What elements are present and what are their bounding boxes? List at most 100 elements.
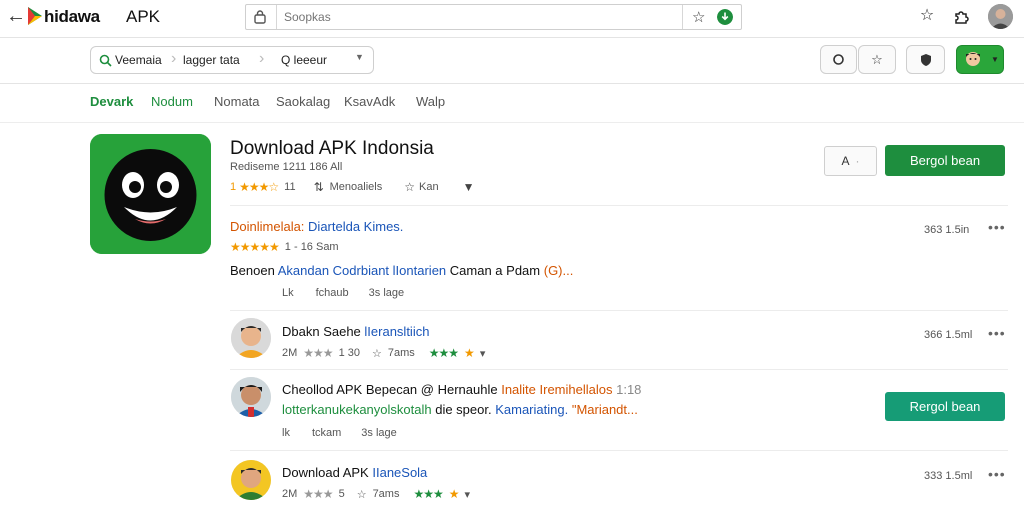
- user-avatar[interactable]: [988, 4, 1013, 29]
- entry-1-rating-text: 1 - 16 Sam: [284, 241, 339, 253]
- reply-action[interactable]: 3s lage: [361, 427, 396, 439]
- app-title: Download APK Indonsia: [230, 138, 434, 159]
- like-action[interactable]: lk: [282, 427, 290, 439]
- entry-4-meta-c: 7ams: [372, 488, 400, 500]
- entry-3-avatar: [231, 377, 271, 417]
- brand-name: hidawa: [44, 7, 100, 26]
- entry-4-avatar: [231, 460, 271, 500]
- star-icon[interactable]: ☆: [404, 180, 415, 194]
- shield-button[interactable]: [906, 45, 945, 74]
- breadcrumb-item-2[interactable]: lagger tata: [183, 53, 240, 67]
- more-options-icon[interactable]: •••: [988, 466, 1006, 482]
- share-icon[interactable]: ⇅: [314, 180, 324, 194]
- search-right-divider: [682, 5, 683, 29]
- entry-1-body-a: Benoen: [230, 263, 275, 278]
- more-options-icon[interactable]: •••: [988, 219, 1006, 235]
- download-button[interactable]: Bergol bean: [885, 145, 1005, 176]
- share-action[interactable]: tckam: [312, 427, 341, 439]
- rating-stars-icon: ★★★★★: [230, 240, 280, 254]
- app-subtitle: Rediseme 1211 186 All: [230, 161, 343, 173]
- app-window: ← hidawa APK ☆ ☆: [0, 0, 1024, 512]
- tabs-divider: [0, 122, 1024, 123]
- share-action[interactable]: fchaub: [316, 287, 349, 299]
- entry-3-body: lotterkanukekanyolskotalh die speor. Kam…: [282, 402, 638, 417]
- rating-stars-icon: ★★★: [303, 487, 333, 501]
- star-icon[interactable]: ☆: [357, 488, 367, 501]
- rating-value: 1: [230, 181, 237, 193]
- entry-1-rating-row: ★★★★★ 1 - 16 Sam: [230, 240, 339, 254]
- extension-icon[interactable]: [953, 7, 971, 25]
- entry-3-title-d: 1:18: [616, 382, 642, 397]
- entry-3-download-button[interactable]: Rergol bean: [885, 392, 1005, 421]
- entry-1-actions: Lk fchaub 3s lage: [282, 287, 404, 299]
- rating-stars-icon: ★★★: [428, 346, 459, 360]
- entry-3-body-a: lotterkanukekanyolskotalh: [282, 402, 432, 417]
- rating-stars-icon: ★★★☆: [239, 180, 279, 194]
- section-divider: [230, 369, 1008, 370]
- search-icon: [99, 54, 112, 67]
- bookmark-star-icon[interactable]: ☆: [692, 8, 705, 26]
- entry-2-avatar: [231, 318, 271, 358]
- section-divider: [230, 450, 1008, 451]
- rating-stars-icon: ★: [464, 346, 475, 360]
- filter-icon[interactable]: ▾: [465, 488, 471, 501]
- favorites-star-icon[interactable]: ☆: [918, 7, 936, 25]
- tab-nodum[interactable]: Nodum: [151, 94, 193, 109]
- filter-icon[interactable]: ▼: [463, 180, 475, 194]
- profile-menu-button[interactable]: ▼: [956, 45, 1004, 74]
- entry-4-meta: 2M ★★★ 5 ☆ 7ams ★★★ ★ ▾: [282, 487, 470, 501]
- back-arrow-icon[interactable]: ←: [6, 6, 26, 28]
- entry-1-size: 363 1.5in: [924, 224, 970, 236]
- entry-3-title-c: Inalite Iremihellalos: [501, 382, 613, 397]
- profile-avatar-icon: [961, 48, 985, 71]
- top-bar: ← hidawa APK ☆ ☆: [0, 0, 1024, 36]
- toolbar-divider: [0, 83, 1024, 84]
- filter-icon[interactable]: ▾: [480, 347, 486, 360]
- refresh-icon: [833, 54, 844, 65]
- entry-1-body-d: Caman a Pdam: [449, 263, 541, 278]
- chevron-down-icon: ▼: [991, 55, 999, 64]
- lock-icon: [254, 10, 266, 24]
- search-divider: [276, 5, 277, 29]
- search-bar: ☆: [245, 4, 742, 30]
- meta-label[interactable]: Menoaliels: [330, 181, 383, 193]
- entry-3-title-a: Cheollod APK Bepecan: [282, 382, 418, 397]
- search-input[interactable]: [284, 8, 664, 26]
- rating-count: 11: [284, 181, 296, 193]
- breadcrumb-item-1[interactable]: Veemaia: [115, 53, 162, 67]
- tab-ksavadk[interactable]: KsavAdk: [344, 94, 395, 109]
- entry-3-actions: lk tckam 3s lage: [282, 427, 397, 439]
- download-status-icon[interactable]: [717, 9, 733, 25]
- entry-4-meta-b: 5: [338, 488, 345, 500]
- entry-3-title-b: @ Hernauhle: [420, 382, 498, 397]
- tab-devark[interactable]: Devark: [90, 94, 133, 109]
- star-label[interactable]: Kan: [419, 181, 439, 193]
- entry-3-body-d: "Mariandt...: [571, 402, 638, 417]
- app-logo-icon: [90, 134, 211, 254]
- entry-3-title: Cheollod APK Bepecan @ Hernauhle Inalite…: [282, 382, 641, 397]
- tab-walp[interactable]: Walp: [416, 94, 445, 109]
- entry-4-title-b: IIaneSola: [372, 465, 428, 480]
- entry-1-body: Benoen Akandan Codrbiant lIontarien Cama…: [230, 263, 573, 278]
- logo-icon: [28, 7, 42, 25]
- entry-1-body-b: Akandan Codrbiant: [277, 263, 390, 278]
- rating-stars-icon: ★: [448, 487, 460, 501]
- refresh-button[interactable]: [820, 45, 857, 74]
- tab-saokalag[interactable]: Saokalag: [276, 94, 330, 109]
- star-icon[interactable]: ☆: [372, 347, 382, 360]
- like-action[interactable]: Lk: [282, 287, 294, 299]
- entry-1-title-b: Diartelda Kimes.: [308, 219, 404, 234]
- entry-2-meta-a: 2M: [282, 347, 298, 359]
- options-button[interactable]: A ·: [824, 146, 877, 176]
- breadcrumb-item-3[interactable]: Q leeeur: [281, 53, 327, 67]
- tab-nomata[interactable]: Nomata: [214, 94, 260, 109]
- rating-stars-icon: ★★★: [303, 346, 333, 360]
- app-meta-row: 1 ★★★☆ 11 ⇅ Menoaliels ☆ Kan ▼: [230, 179, 474, 195]
- more-options-icon[interactable]: •••: [988, 325, 1006, 341]
- rating-stars-icon: ★★★: [413, 487, 443, 501]
- star-plus-icon: ☆: [871, 51, 883, 67]
- entry-2-title: Dbakn Saehe lIeransltiich: [282, 324, 429, 339]
- reply-action[interactable]: 3s lage: [369, 287, 404, 299]
- favorite-button[interactable]: ☆: [858, 45, 896, 74]
- chevron-down-icon[interactable]: ▼: [355, 52, 364, 62]
